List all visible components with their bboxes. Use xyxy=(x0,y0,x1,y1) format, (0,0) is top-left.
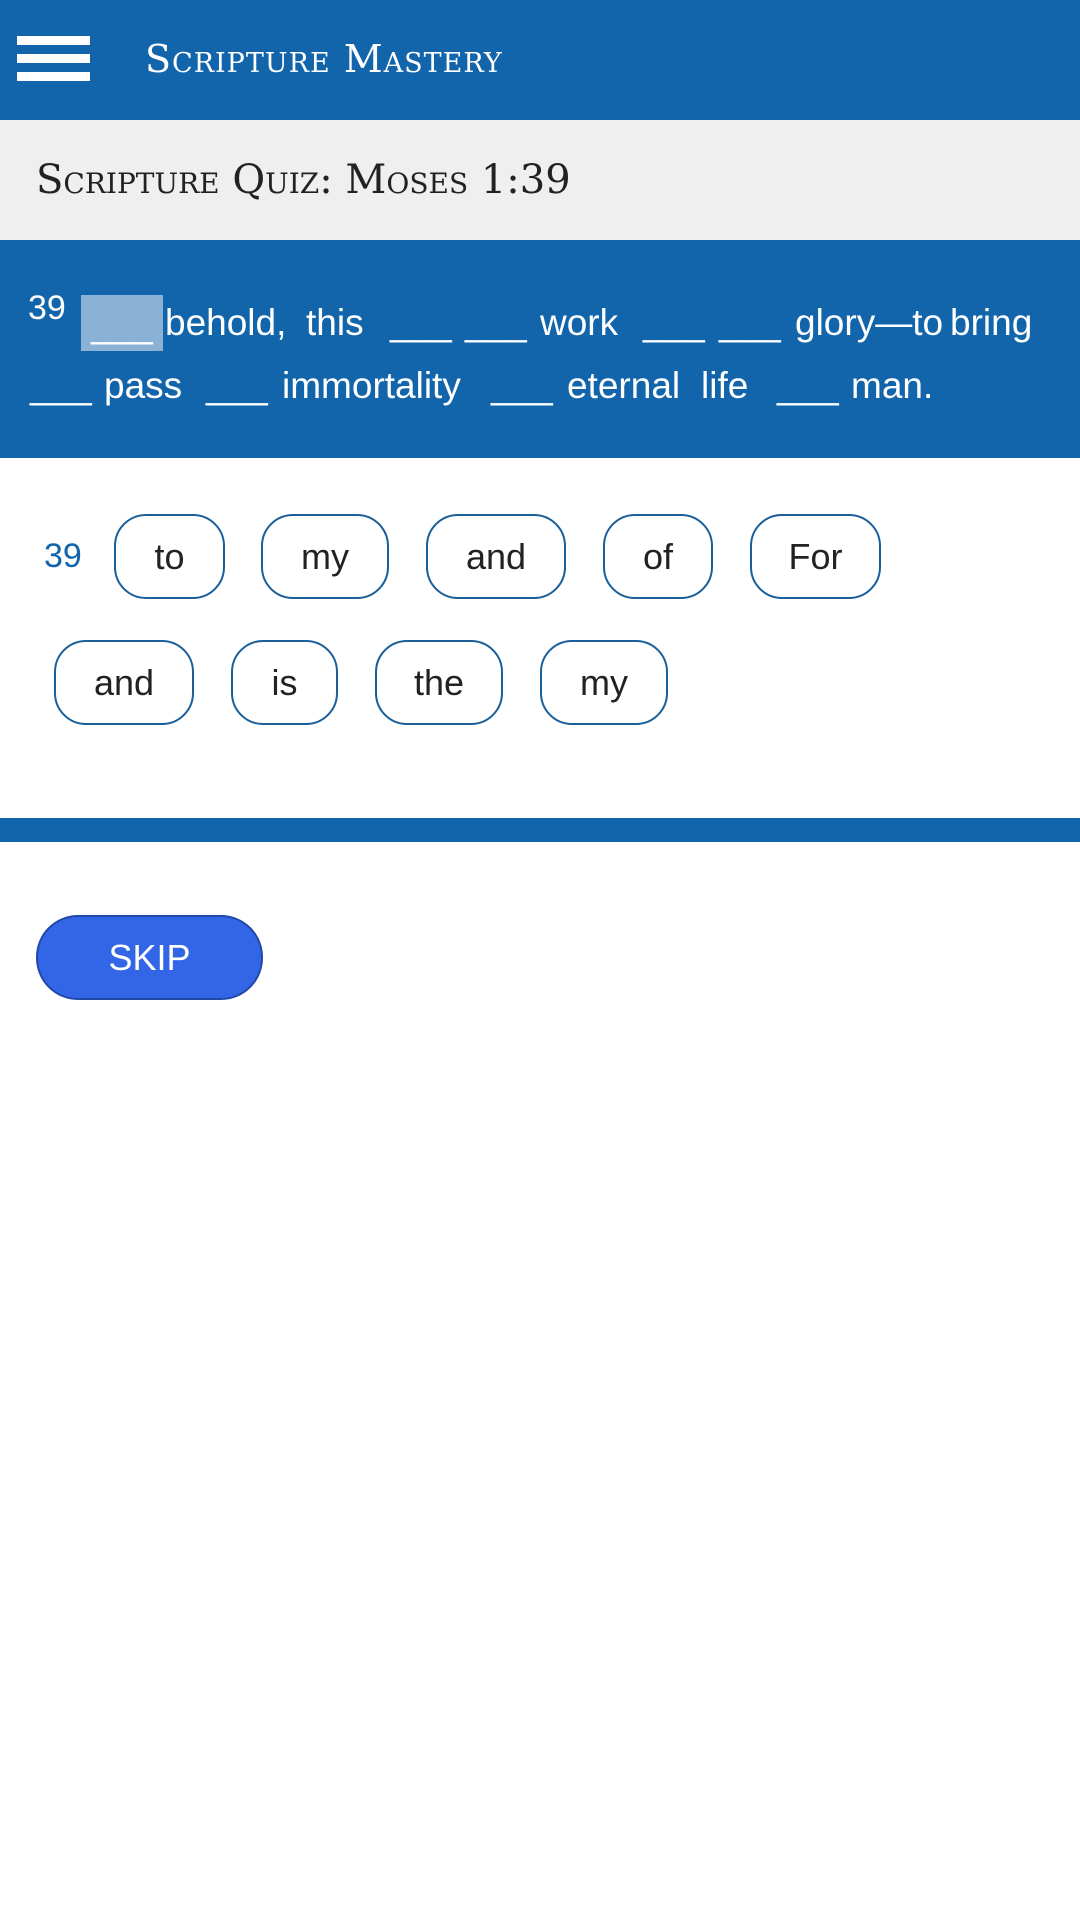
word-chip[interactable]: For xyxy=(750,514,881,599)
word-chip[interactable]: my xyxy=(261,514,389,599)
hamburger-menu-icon[interactable] xyxy=(17,36,90,82)
quiz-title-bar: Scripture Quiz: Moses 1:39 xyxy=(0,120,1080,240)
verse-blank[interactable]: ___ xyxy=(777,363,839,409)
verse-panel: 39 ___ behold, this ___ ___ work ___ ___… xyxy=(0,240,1080,458)
word-chip[interactable]: the xyxy=(375,640,503,725)
quiz-title: Scripture Quiz: Moses 1:39 xyxy=(36,157,571,203)
verse-blank[interactable]: ___ xyxy=(719,300,781,346)
app-title: Scripture Mastery xyxy=(145,37,503,81)
verse-word: pass xyxy=(104,365,183,406)
verse-blank[interactable]: ___ xyxy=(643,300,705,346)
verse-number: 39 xyxy=(28,289,66,327)
word-bank-verse-number: 39 xyxy=(44,537,82,575)
section-divider xyxy=(0,818,1080,842)
app-header: Scripture Mastery xyxy=(0,0,1080,120)
verse-word: glory—to xyxy=(795,302,944,343)
verse-word: behold, xyxy=(165,302,287,343)
word-chip[interactable]: to xyxy=(114,514,225,599)
verse-word: life xyxy=(701,365,749,406)
word-chip[interactable]: of xyxy=(603,514,713,599)
verse-word: immortality xyxy=(282,365,461,406)
verse-blank-active[interactable]: ___ xyxy=(81,295,163,351)
word-bank: 39 to my and of For and is the my xyxy=(0,458,1080,818)
word-chip[interactable]: my xyxy=(540,640,668,725)
verse-word: work xyxy=(540,302,619,343)
verse-word: this xyxy=(306,302,364,343)
verse-word: bring xyxy=(950,302,1033,343)
word-chip[interactable]: is xyxy=(231,640,338,725)
verse-word: man. xyxy=(851,365,934,406)
verse-blank[interactable]: ___ xyxy=(465,300,527,346)
verse-blank[interactable]: ___ xyxy=(206,363,268,409)
verse-word: eternal xyxy=(567,365,681,406)
verse-blank[interactable]: ___ xyxy=(390,300,452,346)
skip-button[interactable]: SKIP xyxy=(36,915,263,1000)
verse-blank[interactable]: ___ xyxy=(491,363,553,409)
verse-blank[interactable]: ___ xyxy=(30,363,92,409)
word-chip[interactable]: and xyxy=(426,514,566,599)
word-chip[interactable]: and xyxy=(54,640,194,725)
